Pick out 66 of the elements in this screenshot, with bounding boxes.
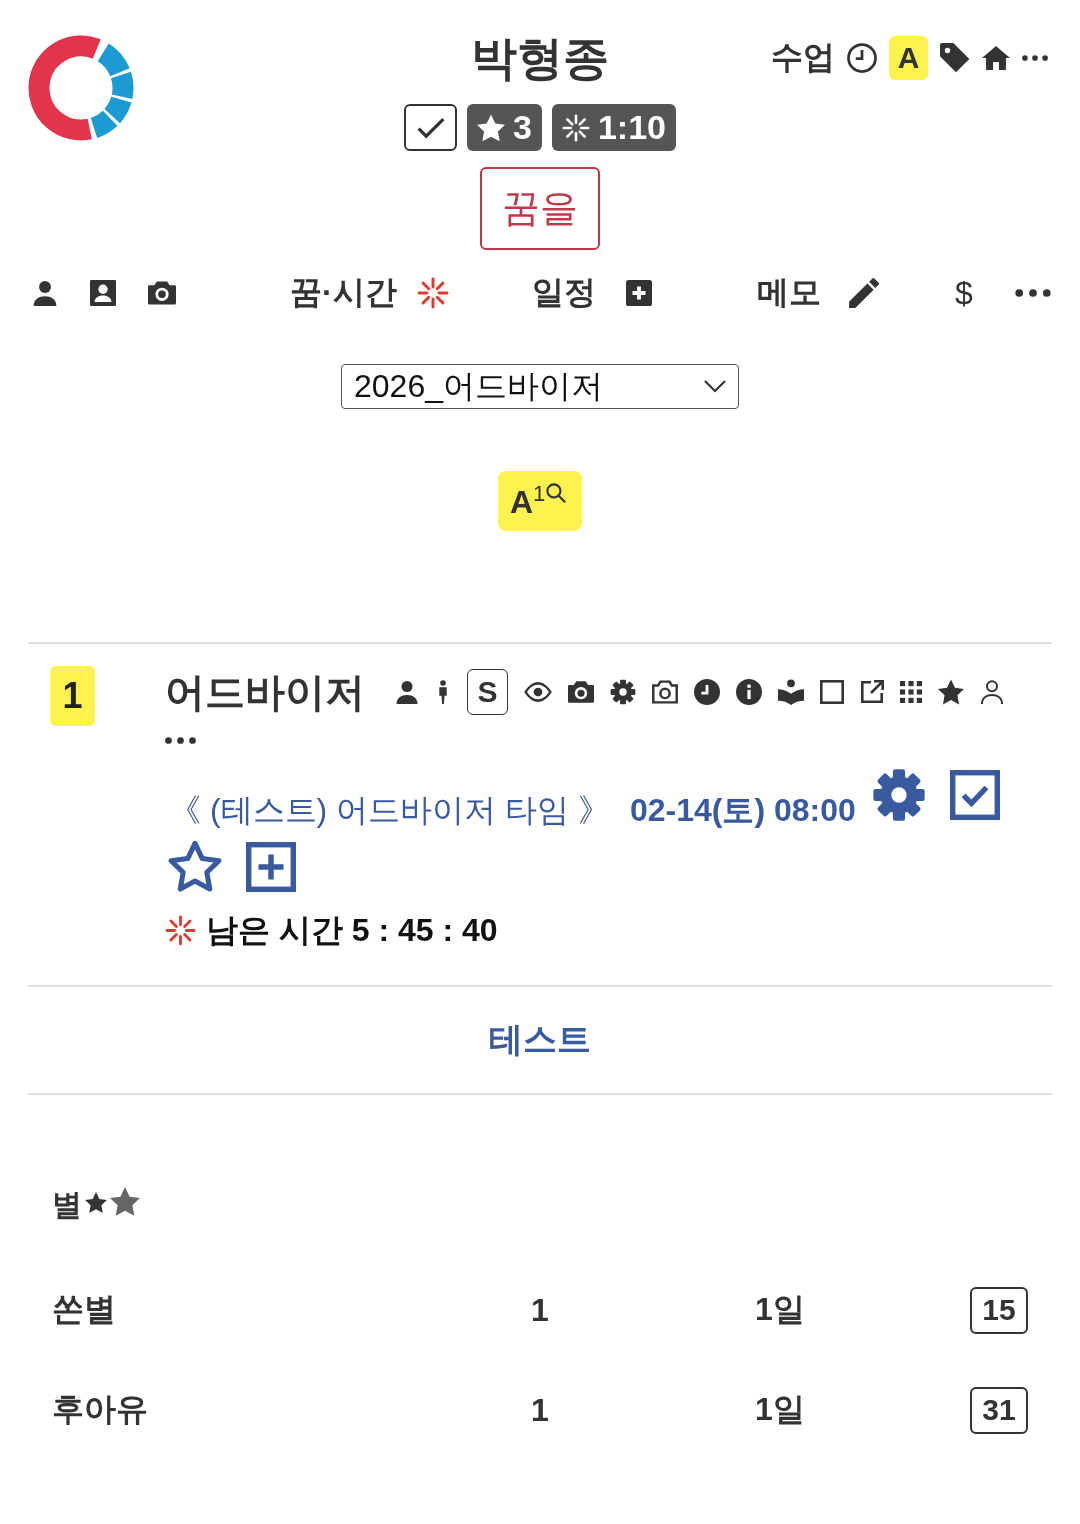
checkbox[interactable] bbox=[949, 770, 1000, 820]
row-name: 후아유 bbox=[52, 1390, 149, 1429]
star-icon[interactable] bbox=[938, 679, 964, 705]
standing-person-icon[interactable] bbox=[439, 680, 447, 704]
logo[interactable] bbox=[28, 35, 134, 141]
row-duration: 1일 bbox=[754, 1390, 806, 1429]
contact-card-icon[interactable] bbox=[90, 280, 116, 306]
home-icon[interactable] bbox=[982, 44, 1010, 72]
more-icon[interactable] bbox=[1022, 55, 1048, 61]
stars-heading: 별 bbox=[52, 1187, 82, 1223]
nav-link[interactable]: 꿈·시간 bbox=[290, 271, 397, 315]
check-icon bbox=[416, 116, 445, 139]
camera-outline-icon[interactable] bbox=[652, 679, 678, 705]
info-icon[interactable] bbox=[736, 679, 762, 705]
row-name: 쏜별 bbox=[52, 1290, 117, 1329]
action-button[interactable]: 꿈을 bbox=[480, 167, 600, 250]
day-badge: 15 bbox=[970, 1286, 1028, 1334]
eye-icon[interactable] bbox=[524, 682, 552, 702]
star-icon[interactable] bbox=[110, 1187, 140, 1216]
section-link[interactable]: 테스트 bbox=[489, 1017, 591, 1063]
item-title[interactable]: 어드바이저 bbox=[165, 664, 365, 720]
tag-icon[interactable] bbox=[940, 43, 970, 73]
settings-icon[interactable] bbox=[871, 768, 926, 822]
remaining-time: 남은 시간 5 : 45 : 40 bbox=[206, 911, 498, 949]
person-outline-icon[interactable] bbox=[980, 680, 1004, 704]
clock-icon[interactable] bbox=[694, 679, 720, 705]
dollar-sign[interactable]: $ bbox=[955, 274, 973, 312]
settings-icon[interactable] bbox=[610, 679, 636, 705]
nav-link[interactable]: 메모 bbox=[757, 271, 821, 315]
external-link-icon[interactable] bbox=[860, 680, 884, 704]
row-count: 1 bbox=[530, 1391, 550, 1429]
page-title: 박형종 bbox=[471, 31, 609, 86]
clock-icon[interactable] bbox=[847, 43, 877, 73]
camera-icon[interactable] bbox=[148, 279, 176, 307]
plus-square-icon[interactable] bbox=[246, 842, 296, 892]
star-icon bbox=[477, 113, 505, 142]
square-icon[interactable] bbox=[820, 680, 844, 704]
checkbox[interactable] bbox=[404, 104, 457, 151]
row-count: 1 bbox=[530, 1291, 550, 1329]
book-reader-icon[interactable] bbox=[778, 679, 804, 705]
row-duration: 1일 bbox=[754, 1290, 806, 1329]
spinner-icon bbox=[165, 914, 196, 946]
event-datetime: 02-14(토) 08:00 bbox=[629, 791, 856, 829]
spinner-icon[interactable] bbox=[416, 277, 449, 309]
person-icon[interactable] bbox=[32, 280, 58, 306]
timer-button[interactable]: 1:10 bbox=[551, 104, 676, 151]
dropdown-field[interactable]: 2026_어드바이저 bbox=[341, 364, 739, 409]
star-count-button[interactable]: 3 bbox=[467, 104, 542, 151]
chevron-down-icon bbox=[704, 380, 726, 393]
camera-icon[interactable] bbox=[568, 679, 594, 705]
event-link[interactable]: 《 (테스트) 어드바이저 타임 》 bbox=[169, 791, 610, 829]
grade-badge[interactable]: A bbox=[889, 36, 928, 80]
number-badge: 1 bbox=[50, 666, 95, 726]
grid-icon[interactable] bbox=[900, 681, 922, 703]
more-icon[interactable] bbox=[165, 737, 196, 744]
more-icon[interactable] bbox=[1014, 289, 1052, 297]
search-icon bbox=[546, 483, 567, 503]
day-badge: 31 bbox=[970, 1386, 1028, 1434]
filter-button[interactable]: A$^{1}$ bbox=[498, 471, 582, 531]
star-icon bbox=[85, 1192, 107, 1213]
menu-link[interactable]: 수업 bbox=[771, 36, 835, 80]
nav-link[interactable]: 일정 bbox=[532, 271, 596, 315]
pencil-icon[interactable] bbox=[849, 278, 879, 308]
s-badge[interactable]: S bbox=[467, 669, 508, 715]
spinner-icon bbox=[561, 113, 590, 142]
person-icon[interactable] bbox=[395, 680, 419, 704]
